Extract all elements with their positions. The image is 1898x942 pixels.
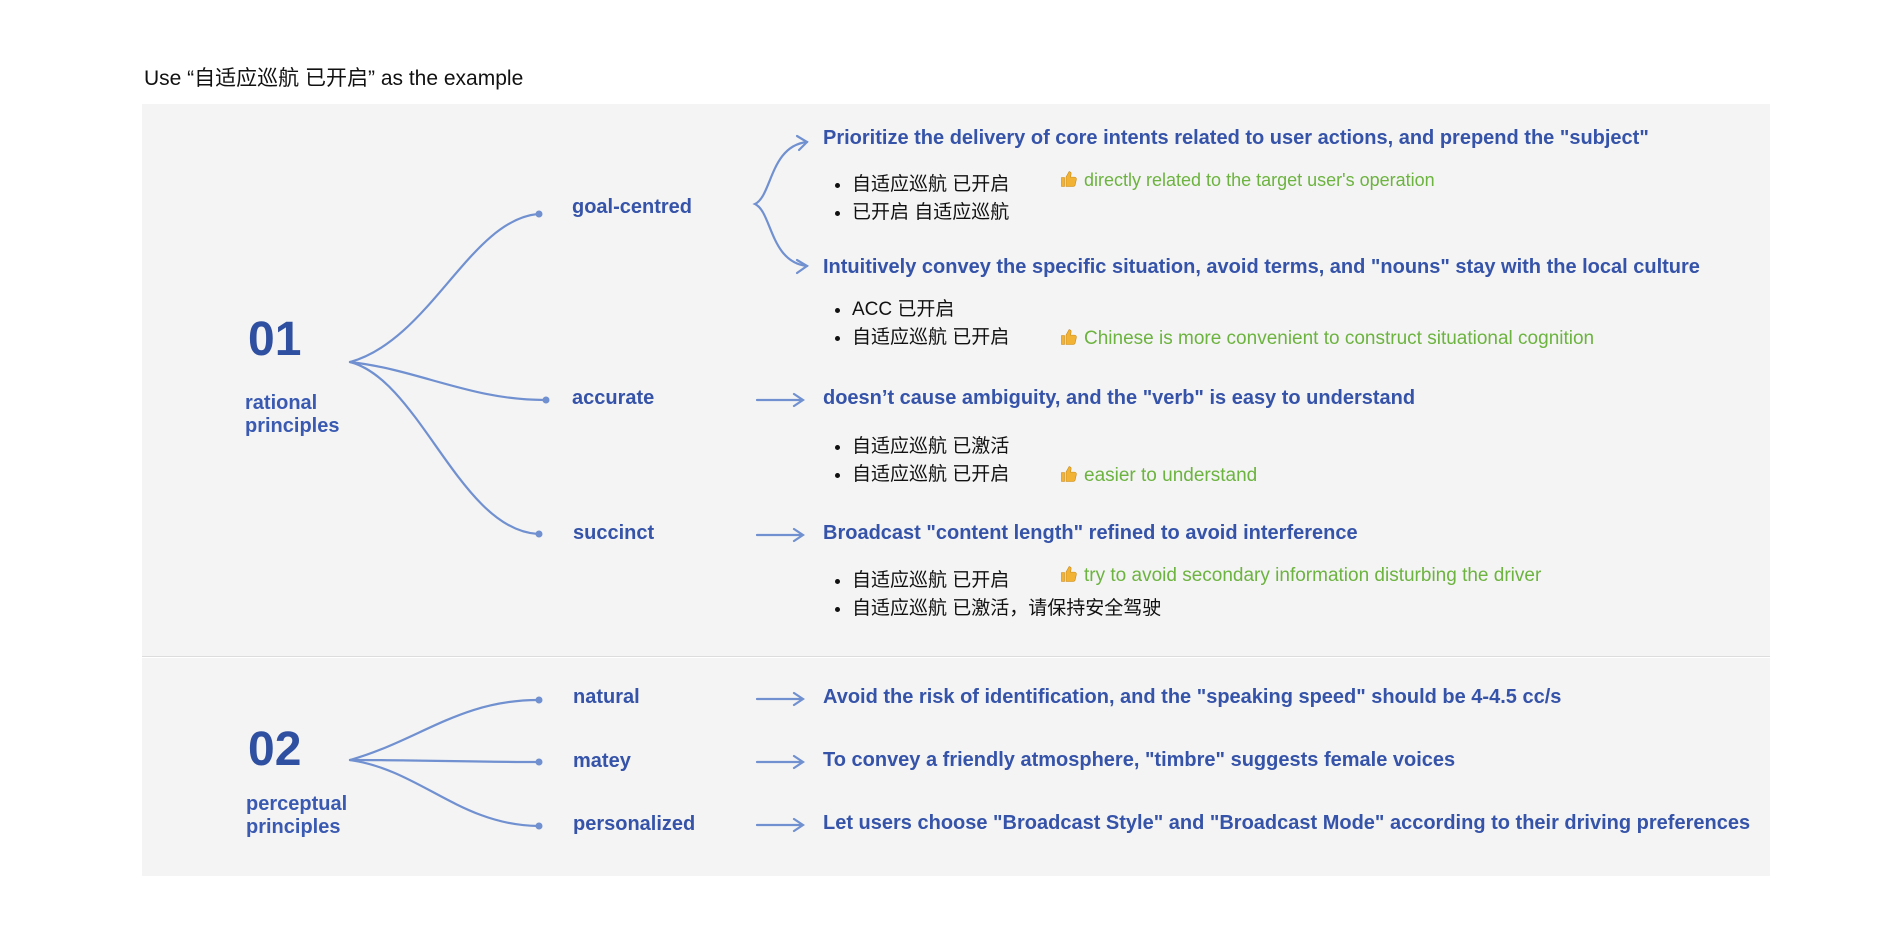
list-item: 自适应巡航 已激活，请保持安全驾驶 xyxy=(852,595,1161,623)
group-label-perceptual: perceptual principles xyxy=(246,793,347,839)
group-number-02: 02 xyxy=(248,723,302,776)
thumbs-up-icon xyxy=(1060,170,1078,188)
branch-line-succinct xyxy=(348,360,540,536)
branch-line-personalized xyxy=(348,758,540,828)
goal-examples-2: ACC 已开启 自适应巡航 已开启 xyxy=(820,296,1009,352)
node-dot-matey xyxy=(535,758,543,766)
group-label-rational: rational principles xyxy=(245,392,339,438)
node-natural: natural xyxy=(573,686,640,708)
note-text: Chinese is more convenient to construct … xyxy=(1084,328,1595,349)
node-accurate: accurate xyxy=(572,387,655,409)
list-item: 自适应巡航 已开启 xyxy=(852,324,1009,352)
group-label-line2: principles xyxy=(246,816,341,838)
arrow-matey xyxy=(755,754,805,770)
thumbs-up-icon xyxy=(1060,565,1078,583)
node-matey: matey xyxy=(573,750,631,772)
goal-desc-1: Prioritize the delivery of core intents … xyxy=(823,127,1649,149)
accurate-note: easier to understand xyxy=(1060,465,1257,487)
arrowhead-goal-bottom xyxy=(795,258,810,275)
list-item: 自适应巡航 已开启 xyxy=(852,461,1009,489)
group-label-line1: rational xyxy=(245,392,318,414)
goal-desc-2: Intuitively convey the specific situatio… xyxy=(823,256,1700,278)
node-dot-goal-centred xyxy=(535,210,543,218)
node-dot-succinct xyxy=(535,530,543,538)
list-item: ACC 已开启 xyxy=(852,296,1009,324)
node-dot-accurate xyxy=(542,396,550,404)
arrow-natural xyxy=(755,691,805,707)
note-text: easier to understand xyxy=(1084,465,1258,486)
branch-line-goal-centred xyxy=(348,212,540,364)
goal-examples-1: 自适应巡航 已开启 已开启 自适应巡航 xyxy=(820,171,1009,227)
goal-note-2: Chinese is more convenient to construct … xyxy=(1060,328,1594,350)
node-dot-personalized xyxy=(535,822,543,830)
branch-line-matey xyxy=(348,758,540,764)
node-goal-centred: goal-centred xyxy=(572,196,693,218)
goal-note-1: directly related to the target user's op… xyxy=(1060,170,1435,191)
list-item: 自适应巡航 已开启 xyxy=(852,171,1009,199)
accurate-desc: doesn’t cause ambiguity, and the "verb" … xyxy=(823,387,1416,409)
node-succinct: succinct xyxy=(573,522,655,544)
note-text: directly related to the target user's op… xyxy=(1084,170,1435,190)
personalized-desc: Let users choose "Broadcast Style" and "… xyxy=(823,812,1751,834)
succinct-desc: Broadcast "content length" refined to av… xyxy=(823,522,1358,544)
group-number-01: 01 xyxy=(248,313,302,366)
thumbs-up-icon xyxy=(1060,328,1078,346)
natural-desc: Avoid the risk of identification, and th… xyxy=(823,686,1562,708)
node-dot-natural xyxy=(535,696,543,704)
succinct-note: try to avoid secondary information distu… xyxy=(1060,565,1541,587)
accurate-examples: 自适应巡航 已激活 自适应巡航 已开启 xyxy=(820,433,1009,489)
thumbs-up-icon xyxy=(1060,465,1078,483)
arrow-accurate xyxy=(755,392,805,408)
arrow-succinct xyxy=(755,527,805,543)
node-personalized: personalized xyxy=(573,813,696,835)
list-item: 自适应巡航 已激活 xyxy=(852,433,1009,461)
matey-desc: To convey a friendly atmosphere, "timbre… xyxy=(823,749,1456,771)
arrow-personalized xyxy=(755,817,805,833)
branch-line-natural xyxy=(348,698,540,762)
branch-line-accurate xyxy=(348,360,547,402)
group-label-line1: perceptual xyxy=(246,793,348,815)
group-label-line2: principles xyxy=(245,415,340,437)
note-text: try to avoid secondary information distu… xyxy=(1084,565,1542,586)
list-item: 已开启 自适应巡航 xyxy=(852,199,1009,227)
brace-goal-centred xyxy=(752,140,809,268)
